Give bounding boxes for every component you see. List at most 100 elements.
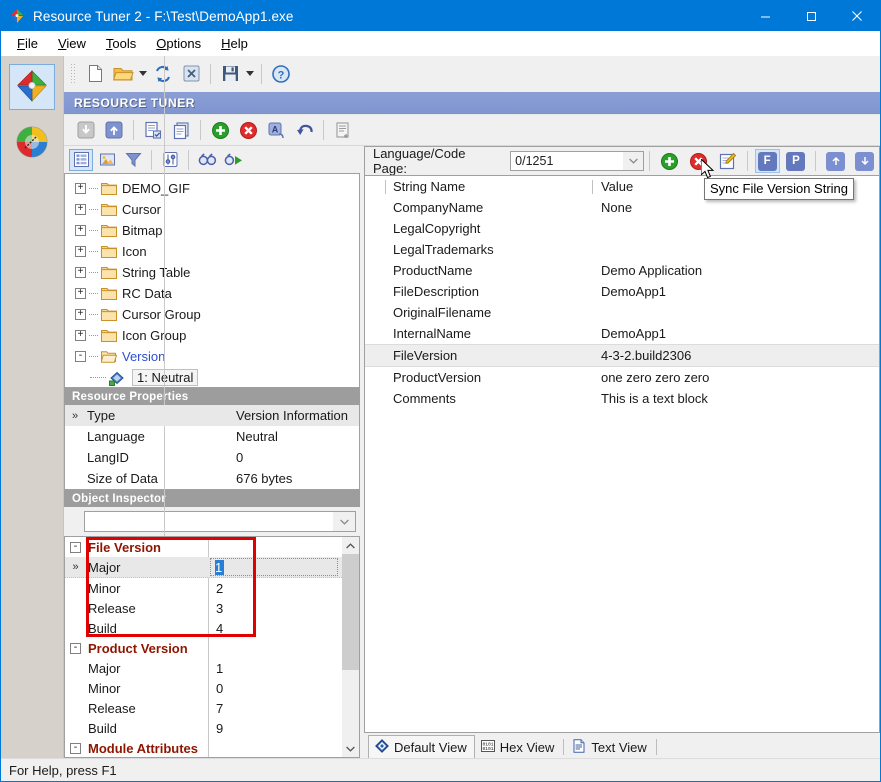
menu-options[interactable]: Options [146, 33, 211, 54]
object-inspector-grid[interactable]: - File Version » Major 1 [64, 536, 360, 758]
toolbar-grip[interactable] [70, 63, 75, 85]
tree-node-icon[interactable]: + Icon [65, 241, 359, 262]
find-button[interactable] [195, 149, 219, 171]
oi-row-file-major[interactable]: » Major 1 [65, 557, 342, 578]
tree-expander[interactable]: + [75, 225, 86, 236]
maximize-button[interactable] [788, 1, 834, 31]
filter-button[interactable] [121, 149, 145, 171]
property-row-langid[interactable]: LangID 0 [65, 447, 359, 468]
scroll-up-arrow-icon[interactable] [342, 537, 359, 554]
add-resource-button[interactable] [207, 117, 233, 143]
move-down-button[interactable] [852, 149, 877, 173]
oi-row-value-editor[interactable]: 1 [210, 558, 342, 576]
property-row-type[interactable]: » Type Version Information [65, 405, 359, 426]
tree-node-cursor-group[interactable]: + Cursor Group [65, 304, 359, 325]
tree-node-version[interactable]: - Version [65, 346, 359, 367]
sync-file-version-button[interactable]: F [755, 149, 780, 173]
property-row-size-of-data[interactable]: Size of Data 676 bytes [65, 468, 359, 489]
duplicate-button[interactable] [168, 117, 194, 143]
tree-expander[interactable]: + [75, 330, 86, 341]
menu-help[interactable]: Help [211, 33, 258, 54]
oi-group-module-attributes[interactable]: - Module Attributes [65, 738, 342, 758]
chevron-down-icon[interactable] [623, 152, 643, 170]
help-button[interactable]: ? [268, 61, 294, 87]
table-row[interactable]: LegalCopyright [365, 218, 879, 239]
object-inspector-scrollbar[interactable] [342, 537, 359, 757]
oi-row-product-minor[interactable]: Minor 0 [65, 678, 342, 698]
image-view-button[interactable] [95, 149, 119, 171]
resource-properties-grid[interactable]: » Type Version Information Language Neut… [64, 405, 360, 490]
tree-node-rc-data[interactable]: + RC Data [65, 283, 359, 304]
close-button[interactable] [834, 1, 880, 31]
change-language-button[interactable]: A [263, 117, 289, 143]
oi-row-file-minor[interactable]: Minor 2 [65, 578, 342, 598]
tree-node-1-neutral[interactable]: 1: Neutral [65, 367, 359, 388]
scrollbar-thumb[interactable] [342, 554, 359, 670]
save-dropdown-chevron-down-icon[interactable] [244, 71, 256, 76]
open-file-button[interactable] [110, 61, 136, 87]
tree-node-string-table[interactable]: + String Table [65, 262, 359, 283]
tree-node-bitmap[interactable]: + Bitmap [65, 220, 359, 241]
language-code-page-combo[interactable]: 0/1251 [510, 151, 644, 171]
tree-expander[interactable]: + [75, 267, 86, 278]
group-expander[interactable]: - [65, 643, 86, 654]
tree-expander[interactable]: + [75, 288, 86, 299]
oi-group-file-version[interactable]: - File Version [65, 537, 342, 557]
resource-tree[interactable]: + DEMO_GIF + Cursor + [64, 173, 360, 388]
settings-button[interactable] [158, 149, 182, 171]
properties-button[interactable] [330, 117, 356, 143]
menu-tools[interactable]: Tools [96, 33, 146, 54]
tree-expander[interactable]: + [75, 183, 86, 194]
open-dropdown-chevron-down-icon[interactable] [137, 71, 149, 76]
edit-string-button[interactable] [715, 149, 740, 173]
menu-view[interactable]: View [48, 33, 96, 54]
menu-file[interactable]: File [7, 33, 48, 54]
value-edit-cell[interactable]: 1 [210, 558, 338, 576]
resource-tuner-mode-button[interactable] [9, 64, 55, 110]
minimize-button[interactable] [742, 1, 788, 31]
table-row[interactable]: ProductVersion one zero zero zero [365, 367, 879, 388]
oi-row-product-release[interactable]: Release 7 [65, 698, 342, 718]
oi-group-product-version[interactable]: - Product Version [65, 638, 342, 658]
oi-row-product-build[interactable]: Build 9 [65, 718, 342, 738]
sync-product-version-button[interactable]: P [784, 149, 809, 173]
scrollbar-track[interactable] [342, 554, 359, 740]
save-button[interactable] [217, 61, 243, 87]
group-expander[interactable]: - [65, 542, 86, 553]
tab-hex-view[interactable]: 01010101 Hex View [475, 736, 562, 758]
oi-row-file-release[interactable]: Release 3 [65, 598, 342, 618]
object-selector-combo[interactable] [84, 511, 356, 532]
table-row[interactable]: Comments This is a text block [365, 388, 879, 409]
table-row[interactable]: InternalName DemoApp1 [365, 323, 879, 344]
new-file-button[interactable] [82, 61, 108, 87]
tab-text-view[interactable]: Text View [566, 736, 653, 758]
table-row[interactable]: ProductName Demo Application [365, 260, 879, 281]
oi-row-product-major[interactable]: Major 1 [65, 658, 342, 678]
visual-resource-editor-mode-button[interactable] [9, 120, 55, 166]
version-string-table[interactable]: String Name Value CompanyName None Legal… [364, 175, 880, 733]
table-row-selected[interactable]: FileVersion 4-3-2.build2306 [365, 344, 879, 367]
inject-button[interactable] [101, 117, 127, 143]
chevron-down-icon[interactable] [333, 512, 355, 531]
table-row[interactable]: LegalTrademarks [365, 239, 879, 260]
resource-list-view-button[interactable] [69, 149, 93, 171]
close-file-button[interactable] [178, 61, 204, 87]
scroll-down-arrow-icon[interactable] [342, 740, 359, 757]
copy-resource-button[interactable] [140, 117, 166, 143]
oi-row-file-build[interactable]: Build 4 [65, 618, 342, 638]
table-row[interactable]: FileDescription DemoApp1 [365, 281, 879, 302]
move-up-button[interactable] [823, 149, 848, 173]
table-row[interactable]: CompanyName None [365, 197, 879, 218]
column-header-string-name[interactable]: String Name [365, 179, 593, 194]
undo-button[interactable] [291, 117, 317, 143]
tree-node-icon-group[interactable]: + Icon Group [65, 325, 359, 346]
refresh-button[interactable] [150, 61, 176, 87]
property-row-language[interactable]: Language Neutral [65, 426, 359, 447]
tab-default-view[interactable]: Default View [368, 735, 475, 758]
extract-button[interactable] [73, 117, 99, 143]
delete-resource-button[interactable] [235, 117, 261, 143]
tree-node-cursor[interactable]: + Cursor [65, 199, 359, 220]
group-expander[interactable]: - [65, 743, 86, 754]
tree-expander[interactable]: - [75, 351, 86, 362]
table-row[interactable]: OriginalFilename [365, 302, 879, 323]
